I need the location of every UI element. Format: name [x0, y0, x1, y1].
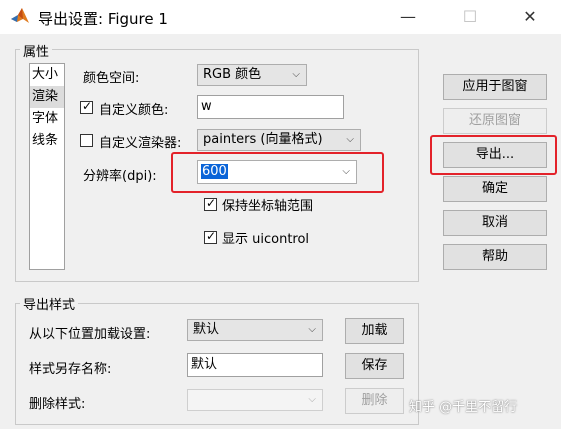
show-uicontrol-checkbox[interactable]: ✓: [204, 229, 217, 244]
apply-to-figure-button[interactable]: 应用于图窗: [443, 74, 547, 100]
save-style-label: 样式另存名称:: [29, 362, 112, 377]
properties-group-label: 属性: [20, 41, 53, 60]
custom-color-label: 自定义颜色:: [99, 103, 169, 118]
renderer-select[interactable]: painters (向量格式) ⌵: [197, 129, 361, 151]
export-style-group-label: 导出样式: [20, 294, 79, 313]
minimize-button[interactable]: —: [391, 4, 425, 30]
watermark-text: 知乎 @千里不留行: [409, 400, 518, 415]
help-button[interactable]: 帮助: [443, 244, 547, 270]
renderer-value: painters (向量格式): [203, 132, 323, 147]
delete-style-label: 删除样式:: [29, 397, 86, 412]
custom-color-checkbox[interactable]: ✓: [80, 99, 93, 114]
keep-axes-checkbox[interactable]: ✓: [204, 196, 217, 211]
color-space-value: RGB 颜色: [203, 67, 262, 82]
checkmark-icon: ✓: [82, 99, 93, 113]
custom-color-input[interactable]: w: [197, 95, 344, 119]
list-item-size[interactable]: 大小: [30, 64, 64, 86]
resolution-highlight-box: [171, 152, 384, 193]
custom-renderer-checkbox[interactable]: [80, 134, 93, 147]
load-button[interactable]: 加载: [345, 318, 404, 344]
custom-renderer-label: 自定义渲染器:: [99, 136, 182, 151]
load-settings-value: 默认: [193, 322, 220, 337]
checkmark-icon: ✓: [206, 196, 217, 210]
save-button[interactable]: 保存: [345, 353, 404, 379]
style-name-input[interactable]: 默认: [187, 353, 323, 377]
list-item-lines[interactable]: 线条: [30, 130, 64, 152]
delete-style-select: ⌵: [187, 389, 323, 411]
restore-figure-button: 还原图窗: [443, 108, 547, 134]
cancel-button[interactable]: 取消: [443, 210, 547, 236]
checkmark-icon: ✓: [206, 229, 217, 243]
chevron-down-icon: ⌵: [308, 324, 316, 335]
list-item-rendering[interactable]: 渲染: [30, 86, 64, 108]
delete-button: 删除: [345, 388, 404, 414]
ok-button[interactable]: 确定: [443, 176, 547, 202]
close-button[interactable]: ✕: [513, 4, 547, 30]
color-space-label: 颜色空间:: [83, 71, 140, 86]
color-space-select[interactable]: RGB 颜色 ⌵: [197, 64, 307, 86]
matlab-icon: [11, 8, 29, 23]
resolution-label: 分辨率(dpi):: [83, 169, 157, 184]
export-highlight-box: [430, 135, 557, 175]
title-bar: 导出设置: Figure 1 — ☐ ✕: [0, 0, 561, 34]
chevron-down-icon: ⌵: [308, 394, 316, 405]
export-settings-dialog: 导出设置: Figure 1 — ☐ ✕ 属性 大小 渲染 字体 线条 颜色空间…: [0, 0, 561, 429]
list-item-fonts[interactable]: 字体: [30, 108, 64, 130]
chevron-down-icon: ⌵: [292, 69, 300, 80]
keep-axes-label: 保持坐标轴范围: [222, 199, 314, 214]
chevron-down-icon: ⌵: [346, 134, 354, 145]
show-uicontrol-label: 显示 uicontrol: [222, 232, 310, 247]
properties-list[interactable]: 大小 渲染 字体 线条: [29, 63, 65, 270]
maximize-button: ☐: [462, 7, 478, 26]
load-settings-select[interactable]: 默认 ⌵: [187, 319, 323, 341]
window-title: 导出设置: Figure 1: [38, 10, 168, 28]
load-settings-label: 从以下位置加载设置:: [29, 327, 151, 342]
